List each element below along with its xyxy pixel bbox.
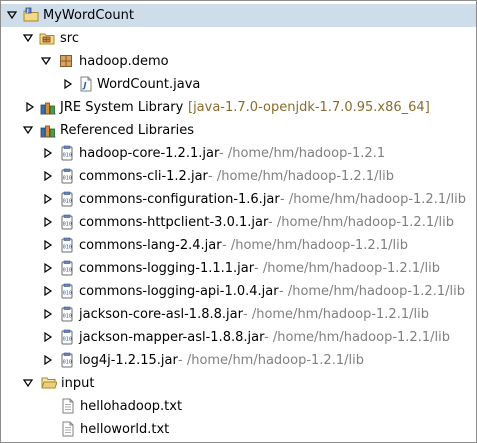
tree-item-label: JRE System Library [60,100,184,115]
package-explorer-tree: J MyWordCount src hadoop.demo J WordCoun… [0,0,477,443]
collapsed-triangle-icon[interactable] [43,263,53,273]
jar-icon: 010 [61,283,73,299]
svg-text:010: 010 [63,222,72,228]
jar-icon: 010 [61,214,73,230]
collapsed-triangle-icon[interactable] [25,102,35,112]
jar-path: - /home/hm/hadoop-1.2.1/lib [268,215,454,230]
java-file-icon: J [80,76,92,92]
tree-item-jar[interactable]: 010 jackson-core-asl-1.8.8.jar - /home/h… [1,303,476,326]
collapsed-triangle-icon[interactable] [43,355,53,365]
tree-item-label: hadoop.demo [79,54,169,69]
jar-path: - /home/hm/hadoop-1.2.1 [219,146,386,161]
jar-name: commons-logging-api-1.0.4.jar [79,284,279,299]
text-file-icon [62,398,74,414]
jar-path: - /home/hm/hadoop-1.2.1/lib [279,284,465,299]
jar-name: commons-lang-2.4.jar [79,238,222,253]
tree-item-label: hellohadoop.txt [80,399,183,414]
jar-path: - /home/hm/hadoop-1.2.1/lib [222,238,408,253]
svg-text:010: 010 [63,245,72,251]
tree-item-label: input [61,376,95,391]
svg-text:010: 010 [63,199,72,205]
tree-item-jar[interactable]: 010 commons-cli-1.2.jar - /home/hm/hadoo… [1,165,476,188]
expanded-triangle-icon[interactable] [23,33,33,43]
tree-item-jar[interactable]: 010 commons-lang-2.4.jar - /home/hm/hado… [1,234,476,257]
jar-path: - /home/hm/hadoop-1.2.1/lib [254,261,440,276]
svg-text:010: 010 [63,314,72,320]
jar-path: - /home/hm/hadoop-1.2.1/lib [243,307,429,322]
tree-item-package[interactable]: hadoop.demo [1,50,476,73]
jar-name: commons-cli-1.2.jar [79,169,208,184]
expanded-triangle-icon[interactable] [7,10,17,20]
tree-item-jar[interactable]: 010 jackson-mapper-asl-1.8.8.jar - /home… [1,326,476,349]
collapsed-triangle-icon[interactable] [43,148,53,158]
tree-item-jar[interactable]: 010 hadoop-core-1.2.1.jar - /home/hm/had… [1,142,476,165]
svg-text:010: 010 [63,153,72,159]
expanded-triangle-icon[interactable] [23,125,33,135]
tree-item-label: helloworld.txt [80,422,170,437]
jar-icon: 010 [61,168,73,184]
svg-text:010: 010 [63,291,72,297]
jar-path: - /home/hm/hadoop-1.2.1/lib [264,330,450,345]
svg-text:010: 010 [63,337,72,343]
collapsed-triangle-icon[interactable] [63,79,73,89]
text-file-icon [62,421,74,437]
tree-item-referenced-libraries[interactable]: Referenced Libraries [1,119,476,142]
svg-text:J: J [26,8,29,14]
library-icon [40,102,56,115]
library-icon [40,125,56,138]
svg-text:010: 010 [63,360,72,366]
collapsed-triangle-icon[interactable] [43,286,53,296]
jar-path: - /home/hm/hadoop-1.2.1/lib [208,169,394,184]
package-icon [60,55,72,67]
jar-name: log4j-1.2.15.jar [79,353,178,368]
jar-name: commons-logging-1.1.1.jar [79,261,255,276]
tree-item-project[interactable]: J MyWordCount [1,4,476,27]
tree-item-jar[interactable]: 010 commons-logging-api-1.0.4.jar - /hom… [1,280,476,303]
folder-icon [41,377,57,389]
jar-name: jackson-mapper-asl-1.8.8.jar [79,330,265,345]
tree-item-jar[interactable]: 010 commons-httpclient-3.0.1.jar - /home… [1,211,476,234]
jar-name: commons-httpclient-3.0.1.jar [79,215,269,230]
jar-icon: 010 [61,237,73,253]
jar-name: jackson-core-asl-1.8.8.jar [79,307,243,322]
jar-icon: 010 [61,352,73,368]
collapsed-triangle-icon[interactable] [43,332,53,342]
jar-icon: 010 [61,191,73,207]
tree-item-text-file[interactable]: hellohadoop.txt [1,395,476,418]
tree-item-label: src [60,31,79,46]
java-project-icon: J [23,7,39,22]
tree-item-jar[interactable]: 010 log4j-1.2.15.jar - /home/hm/hadoop-1… [1,349,476,372]
jre-version-decoration: [java-1.7.0-openjdk-1.7.0.95.x86_64] [188,100,430,115]
tree-item-java-file[interactable]: J WordCount.java [1,73,476,96]
expanded-triangle-icon[interactable] [41,56,51,66]
jar-name: hadoop-core-1.2.1.jar [79,146,220,161]
jar-icon: 010 [61,329,73,345]
collapsed-triangle-icon[interactable] [43,194,53,204]
tree-item-jar[interactable]: 010 commons-logging-1.1.1.jar - /home/hm… [1,257,476,280]
tree-item-text-file[interactable]: helloworld.txt [1,418,476,441]
collapsed-triangle-icon[interactable] [43,240,53,250]
jar-path: - /home/hm/hadoop-1.2.1/lib [280,192,466,207]
tree-item-label: Referenced Libraries [60,123,194,138]
tree-item-label: WordCount.java [97,77,201,92]
jar-name: commons-configuration-1.6.jar [79,192,280,207]
tree-item-src[interactable]: src [1,27,476,50]
svg-text:010: 010 [63,268,72,274]
collapsed-triangle-icon[interactable] [43,217,53,227]
expanded-triangle-icon[interactable] [23,378,33,388]
jar-icon: 010 [61,260,73,276]
tree-item-jre-library[interactable]: JRE System Library [java-1.7.0-openjdk-1… [1,96,476,119]
jar-icon: 010 [61,306,73,322]
collapsed-triangle-icon[interactable] [43,309,53,319]
tree-item-jar[interactable]: 010 commons-configuration-1.6.jar - /hom… [1,188,476,211]
tree-item-input-folder[interactable]: input [1,372,476,395]
svg-text:010: 010 [63,176,72,182]
collapsed-triangle-icon[interactable] [43,171,53,181]
tree-item-label: MyWordCount [43,8,134,23]
jar-path: - /home/hm/hadoop-1.2.1/lib [178,353,364,368]
source-folder-icon [39,33,55,45]
jar-icon: 010 [61,145,73,161]
